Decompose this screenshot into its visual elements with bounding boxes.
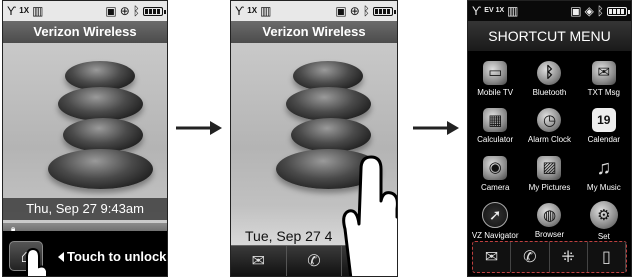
stone-2	[286, 87, 371, 121]
compass-icon: ➚	[482, 202, 509, 229]
signal-icon: Ƴ	[235, 4, 245, 18]
alarm-clock-icon: ◷	[537, 108, 562, 133]
hand-swipe-icon	[342, 155, 397, 276]
menu-item-label: Calculator	[477, 135, 514, 145]
phone-icon: ✆	[307, 253, 321, 270]
dock-contacts-button[interactable]: ▯	[588, 242, 626, 272]
tv-status-icon: ▣	[105, 4, 117, 18]
menu-item-label: Browser	[534, 230, 565, 240]
battery-icon	[607, 6, 630, 16]
signal-icon: Ƴ	[7, 4, 17, 18]
menu-item-alarm-clock[interactable]: ◷ Alarm Clock	[522, 103, 576, 151]
unlock-hint: Touch to unlock	[58, 249, 166, 264]
menu-item-mobile-tv[interactable]: ▭ Mobile TV	[468, 55, 522, 103]
menu-item-calculator[interactable]: ▦ Calculator	[468, 103, 522, 151]
stone-4	[48, 149, 153, 189]
tv-status-icon: ▣	[335, 4, 347, 18]
network-indicator: 1X	[19, 6, 30, 15]
menu-item-my-music[interactable]: ♫ My Music	[577, 150, 631, 198]
signal-bars-icon: ▥	[260, 4, 272, 18]
speaker-status-icon: ◈	[584, 4, 594, 18]
menu-item-my-pictures[interactable]: ▨ My Pictures	[522, 150, 576, 198]
status-bar: Ƴ EV 1X ▥ ▣ ◈ ᛒ	[468, 1, 631, 21]
left-arrow-icon	[58, 251, 64, 262]
bluetooth-status-icon: ᛒ	[596, 4, 604, 18]
menu-item-label: Set	[597, 232, 610, 242]
tv-icon: ▭	[483, 60, 508, 85]
arrow-right-icon	[413, 121, 459, 135]
menu-item-calendar[interactable]: 19 Calendar	[577, 103, 631, 151]
dock-phone-button[interactable]: ✆	[511, 242, 550, 272]
menu-item-camera[interactable]: ◉ Camera	[468, 150, 522, 198]
status-bar: Ƴ 1X ▥ ▣ ⊕ ᛒ	[231, 1, 397, 21]
signal-bars-icon: ▥	[507, 4, 519, 18]
dock-messages-button[interactable]: ✉	[473, 242, 512, 272]
network-indicator: EV 1X	[484, 7, 505, 14]
signal-bars-icon: ▥	[32, 4, 44, 18]
menu-item-label: Alarm Clock	[527, 135, 572, 145]
carrier-name: Verizon Wireless	[231, 21, 397, 43]
globe-icon: ◍	[537, 203, 562, 228]
calendar-day: 19	[597, 113, 611, 128]
menu-item-label: Calendar	[587, 135, 621, 145]
menu-item-label: Bluetooth	[532, 87, 567, 97]
gear-icon: ⚙	[589, 201, 618, 230]
menu-item-label: Mobile TV	[477, 87, 514, 97]
stone-3	[63, 118, 143, 152]
envelope-icon: ✉	[484, 249, 499, 266]
tv-status-icon: ▣	[570, 4, 582, 18]
menu-item-bluetooth[interactable]: ᛒ Bluetooth	[522, 55, 576, 103]
calculator-icon: ▦	[483, 108, 508, 133]
menu-title: SHORTCUT MENU	[468, 21, 631, 51]
contacts-icon: ▯	[601, 249, 611, 266]
carrier-name: Verizon Wireless	[3, 21, 167, 43]
menu-item-vz-navigator[interactable]: ➚ VZ Navigator	[468, 198, 522, 246]
shortcut-grid: ▭ Mobile TV ᛒ Bluetooth ✉ TXT Msg ▦ Calc…	[468, 55, 631, 245]
envelope-icon: ✉	[251, 253, 266, 270]
signal-icon: Ƴ	[472, 4, 482, 18]
finger-hand-icon	[26, 247, 48, 276]
battery-icon	[143, 6, 166, 16]
battery-icon	[373, 6, 396, 16]
bluetooth-status-icon: ᛒ	[132, 4, 140, 18]
grid-icon: ⁜	[561, 249, 575, 266]
network-indicator: 1X	[247, 6, 258, 15]
phone-icon: ✆	[523, 249, 537, 266]
music-icon: ♫	[596, 156, 612, 179]
menu-item-txt-msg[interactable]: ✉ TXT Msg	[577, 55, 631, 103]
menu-item-label: Camera	[480, 182, 510, 192]
date-time: Thu, Sep 27 9:43am	[3, 198, 167, 220]
phone-unlocking: Ƴ 1X ▥ ▣ ⊕ ᛒ Verizon Wireless Tue, Sep 2…	[230, 0, 398, 277]
arrow-right-icon	[176, 121, 222, 135]
stone-2	[58, 87, 143, 121]
dock-menu-button[interactable]: ⁜	[550, 242, 588, 272]
location-icon: ⊕	[349, 4, 360, 18]
menu-item-browser[interactable]: ◍ Browser	[522, 198, 576, 246]
menu-item-label: VZ Navigator	[471, 231, 519, 241]
location-icon: ⊕	[119, 4, 130, 18]
pictures-icon: ▨	[537, 155, 562, 180]
envelope-icon: ✉	[591, 60, 616, 85]
bluetooth-status-icon: ᛒ	[362, 4, 370, 18]
dock-messages-button[interactable]: ✉	[231, 246, 287, 276]
status-bar: Ƴ 1X ▥ ▣ ⊕ ᛒ	[3, 1, 167, 21]
phone-lock-screen: Ƴ 1X ▥ ▣ ⊕ ᛒ Verizon Wireless Thu, Sep 2…	[2, 0, 168, 277]
calendar-icon: 19	[591, 108, 616, 133]
shortcut-dock: ✉ ✆ ⁜ ▯	[472, 241, 627, 273]
menu-item-set[interactable]: ⚙ Set	[577, 198, 631, 246]
phone-shortcut-menu: Ƴ EV 1X ▥ ▣ ◈ ᛒ SHORTCUT MENU ▭ Mobile T…	[467, 0, 632, 277]
bluetooth-icon: ᛒ	[537, 60, 562, 85]
unlock-label: Touch to unlock	[67, 249, 167, 264]
menu-item-label: TXT Msg	[587, 87, 620, 97]
menu-item-label: My Pictures	[528, 182, 571, 192]
menu-item-label: My Music	[586, 182, 621, 192]
camera-icon: ◉	[483, 155, 508, 180]
